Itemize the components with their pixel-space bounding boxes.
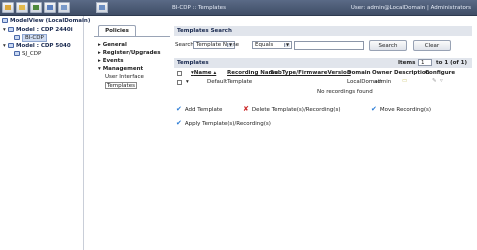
expand-row-icon[interactable]: ▾ (186, 79, 189, 85)
page-range: to 1 (of 1) (436, 60, 468, 66)
chevron-down-icon: ▼ (284, 42, 290, 47)
delete-template-button[interactable]: ✘ Delete Template(s)/Recording(s) (243, 105, 340, 113)
delete-icon[interactable]: ▿ (440, 78, 443, 84)
checkmark-icon: ✔ (371, 105, 377, 113)
col-domain: Domain (347, 70, 371, 76)
policy-nav: Policies ▸ General ▸ Register/Upgrades ▸… (94, 16, 170, 250)
row-checkbox[interactable] (177, 80, 182, 85)
empty-message: No recordings found (317, 89, 373, 95)
clear-button[interactable]: Clear (413, 40, 451, 51)
apply-template-button[interactable]: ✔ Apply Template(s)/Recording(s) (176, 119, 271, 127)
top-toolbar: BI-CDP :: Templates User: admin@LocalDom… (0, 0, 477, 16)
nav-sub-templates[interactable]: Templates (105, 82, 137, 89)
refresh-icon[interactable] (44, 2, 56, 13)
row-owner: admin (374, 79, 392, 85)
search-button[interactable]: Search (369, 40, 407, 51)
model-icon (8, 27, 14, 32)
checkmark-icon: ✔ (176, 119, 182, 127)
tree-node-model1[interactable]: ▾ Model : CDP 2440i (3, 27, 73, 34)
col-configure: Configure (425, 70, 456, 76)
nav-item-general[interactable]: ▸ General (98, 42, 127, 49)
table-row[interactable]: ▾ DefaultTemplate LocalDomain admin ▭ ✎ … (174, 78, 472, 87)
tree-node-sj-cdp[interactable]: SJ_CDP (14, 51, 41, 58)
model-tree: ModelView (LocalDomain) ▾ Model : CDP 244… (0, 16, 90, 250)
x-icon: ✘ (243, 105, 249, 113)
chevron-down-icon: ▼ (227, 42, 233, 47)
comment-icon[interactable]: ▭ (402, 78, 407, 84)
col-name[interactable]: ▾Name ▴ (191, 70, 216, 76)
nav-item-register[interactable]: ▸ Register/Upgrades (98, 50, 161, 57)
user-info: User: admin@LocalDomain | Administrators (350, 5, 471, 11)
tree-node-bi-cdp[interactable]: BI-CDP (14, 34, 47, 42)
tab-policies[interactable]: Policies (98, 25, 136, 36)
page-input[interactable]: 1 (418, 59, 432, 66)
home-icon[interactable] (2, 2, 14, 13)
domain-icon (2, 18, 8, 23)
window-title: BI-CDP :: Templates (172, 5, 226, 11)
checkmark-icon: ✔ (176, 105, 182, 113)
row-name: DefaultTemplate (207, 79, 253, 85)
move-recording-button[interactable]: ✔ Move Recording(s) (371, 105, 431, 113)
chart-icon[interactable] (30, 2, 42, 13)
search-field-select[interactable]: Template Name ▼ (193, 41, 239, 49)
device-icon (14, 51, 20, 56)
tab-divider (94, 36, 170, 37)
exit-icon[interactable] (96, 2, 108, 13)
add-template-button[interactable]: ✔ Add Template (176, 105, 222, 113)
nav-item-events[interactable]: ▸ Events (98, 58, 124, 65)
main-panel: Templates Search Search: Template Name ▼ … (172, 16, 477, 250)
col-owner: Owner (372, 70, 393, 76)
items-label: Items (398, 60, 416, 66)
search-operator-select[interactable]: Equals ▼ (252, 41, 292, 49)
image-icon[interactable] (58, 2, 70, 13)
toolbar-buttons (0, 0, 84, 16)
select-all-checkbox[interactable] (177, 71, 182, 76)
edit-icon[interactable]: ✎ (432, 78, 437, 84)
search-header: Templates Search (174, 26, 472, 36)
nav-item-management[interactable]: ▾ Management (98, 66, 143, 73)
table-header: ▾Name ▴ Recording Name SubType/FirmwareV… (174, 70, 472, 78)
search-input[interactable] (294, 41, 364, 50)
tree-root[interactable]: ModelView (LocalDomain) (2, 18, 90, 25)
model-icon (8, 43, 14, 48)
tree-node-model2[interactable]: ▾ Model : CDP 5040 (3, 43, 71, 50)
col-subtype[interactable]: SubType/FirmwareVersion (270, 70, 351, 76)
nav-sub-user-interface[interactable]: User Interface (105, 74, 144, 81)
folder-icon[interactable] (16, 2, 28, 13)
device-icon (14, 35, 20, 40)
